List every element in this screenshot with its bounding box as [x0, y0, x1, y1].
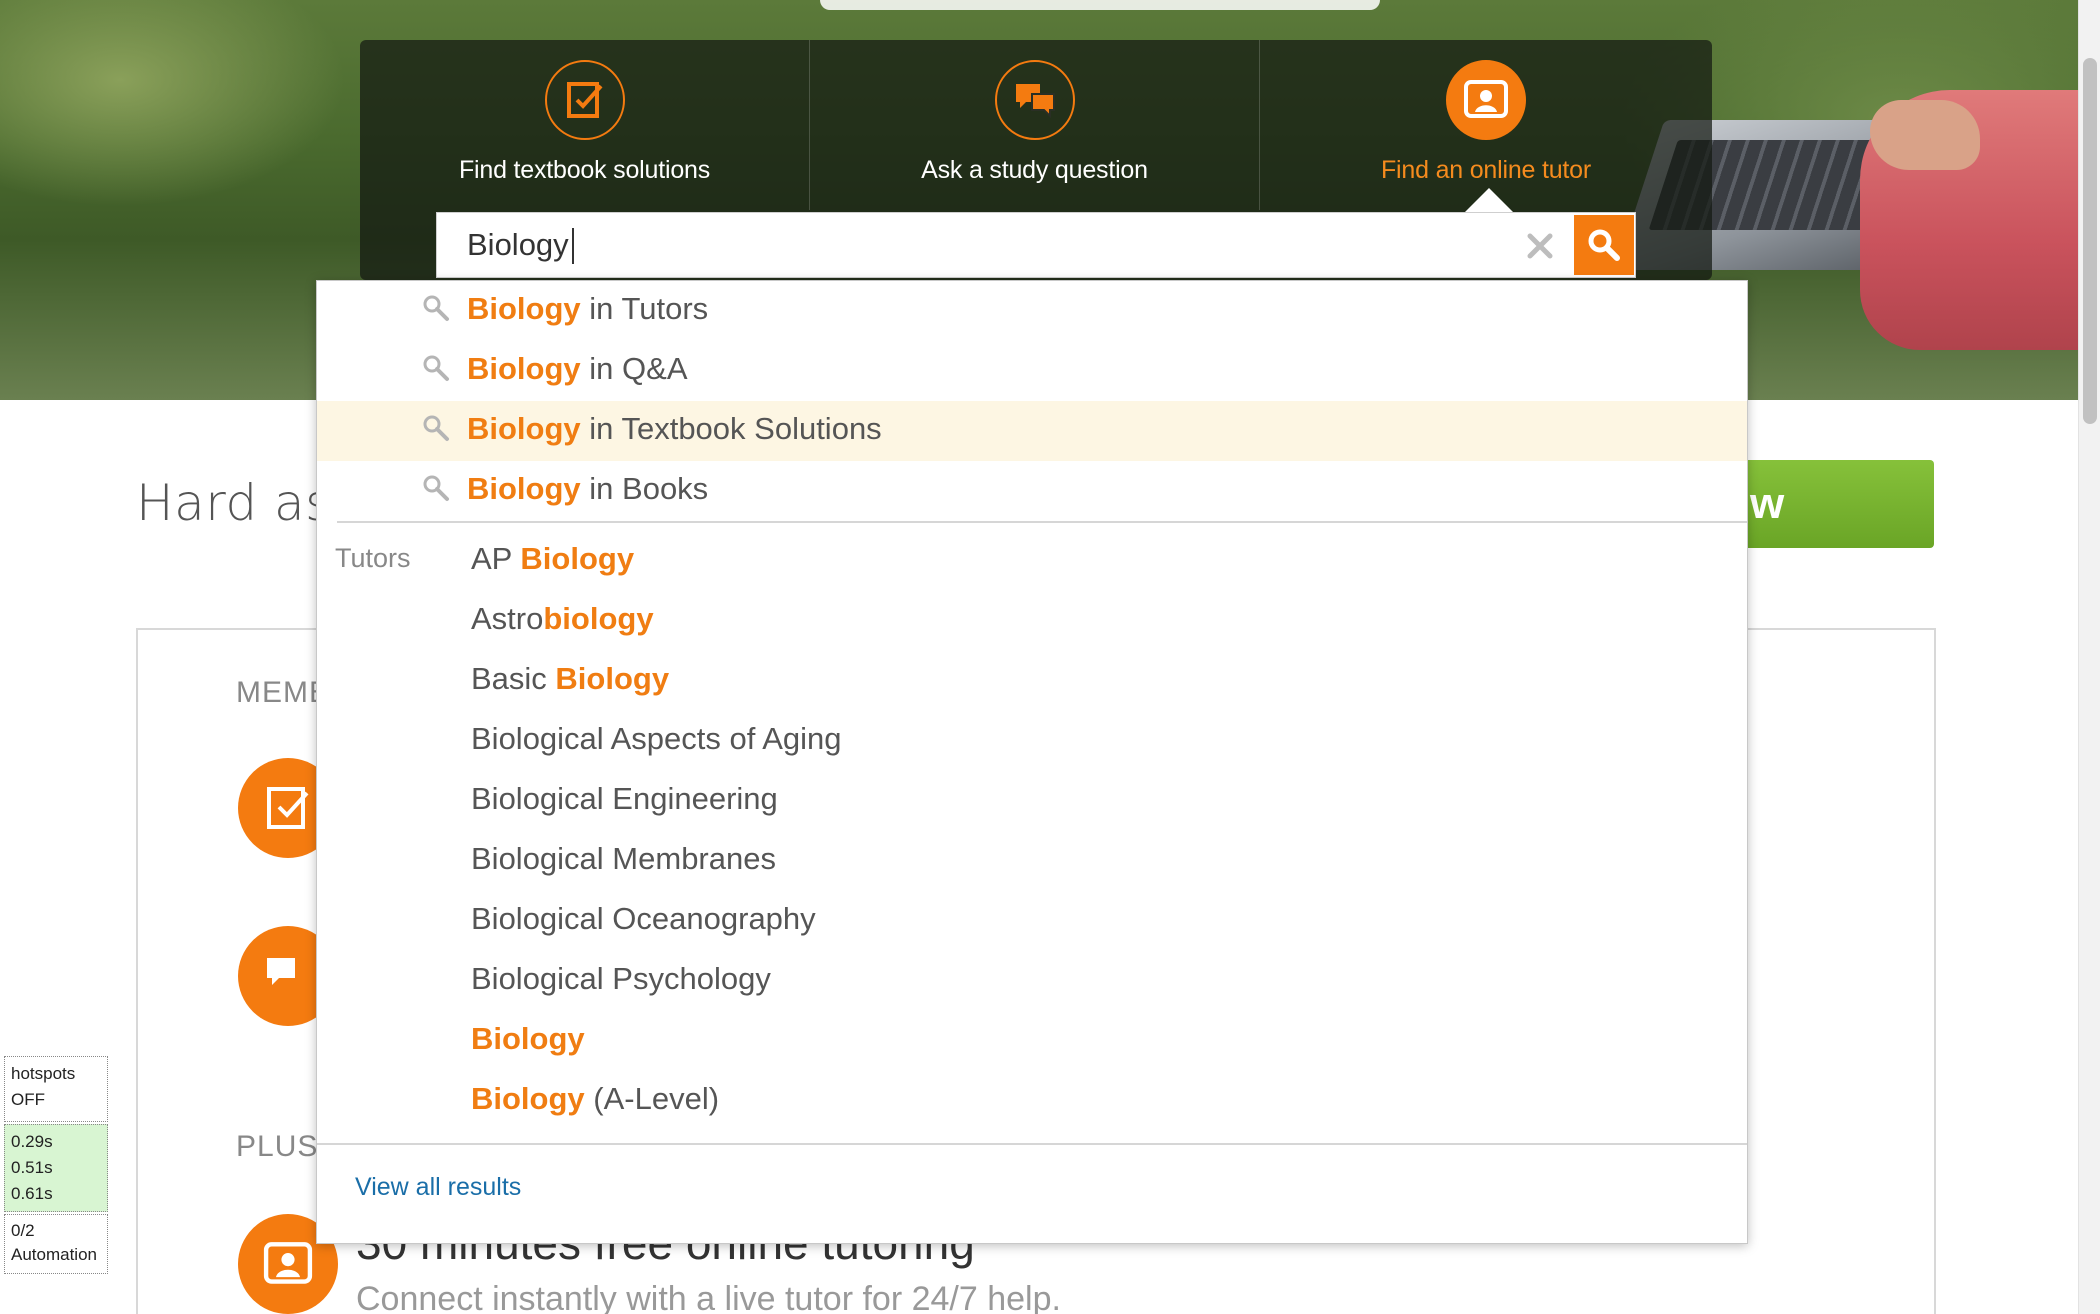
timing-value: 0.61s — [11, 1184, 53, 1203]
tutor-result-item[interactable]: Biological Psychology — [471, 961, 771, 997]
hero-title-fragment — [820, 0, 1380, 10]
tutors-group-label: Tutors — [335, 543, 411, 573]
suggestion-scope: in Textbook Solutions — [580, 411, 882, 446]
suggestion-scope: in Books — [580, 471, 709, 506]
suggestion-item-highlighted[interactable]: Biology in Textbook Solutions — [317, 401, 1747, 461]
tab-label: Find an online tutor — [1380, 156, 1592, 184]
search-icon — [423, 295, 449, 321]
search-submit-button[interactable] — [1574, 215, 1634, 275]
tutor-text: Biological Membranes — [471, 841, 776, 876]
tutor-result-item[interactable]: Biological Aspects of Aging — [471, 721, 842, 757]
tutor-result-item[interactable]: Basic Biology — [471, 661, 669, 697]
tab-textbook-solutions[interactable]: Find textbook solutions — [360, 40, 810, 210]
text-caret — [572, 228, 574, 264]
search-icon — [1588, 229, 1620, 261]
tab-label: Find textbook solutions — [458, 156, 711, 184]
tab-label: Ask a study question — [921, 156, 1148, 184]
suggestion-item[interactable]: Biology in Tutors — [317, 281, 1747, 341]
tutor-text: AP — [471, 541, 521, 576]
tutor-result-item[interactable]: Biological Oceanography — [471, 901, 816, 937]
suggestion-match: Biology — [467, 291, 581, 326]
page-scrollbar[interactable] — [2078, 0, 2100, 1314]
suggestion-text: Biology in Tutors — [467, 291, 708, 327]
timing-value: 0.29s — [11, 1132, 53, 1151]
suggestion-scope: in Q&A — [580, 351, 688, 386]
tutor-icon — [1446, 60, 1526, 140]
search-box — [436, 212, 1636, 278]
tutoring-feature-subtitle: Connect instantly with a live tutor for … — [356, 1280, 1061, 1314]
view-all-results-link[interactable]: View all results — [355, 1173, 521, 1202]
tutor-match: Biology — [471, 1081, 585, 1116]
suggestion-text: Biology in Q&A — [467, 351, 688, 387]
tutor-match: biology — [543, 601, 654, 636]
tutor-text: Biological Engineering — [471, 781, 778, 816]
suggestion-item[interactable]: Biology in Books — [317, 461, 1747, 521]
active-tab-pointer — [1465, 188, 1513, 212]
timing-panel: 0.29s 0.51s 0.61s — [4, 1124, 108, 1212]
dropdown-divider — [317, 1143, 1747, 1145]
tutor-text: Basic — [471, 661, 556, 696]
tutor-result-item[interactable]: Astrobiology — [471, 601, 654, 637]
tutor-result-item[interactable]: AP Biology — [471, 541, 634, 577]
tutor-result-item[interactable]: Biological Engineering — [471, 781, 778, 817]
suggestion-text: Biology in Books — [467, 471, 708, 507]
automation-label: Automation — [11, 1245, 97, 1264]
hero-hand-image — [1870, 100, 1980, 170]
textbook-icon — [544, 60, 625, 140]
tutor-text: Astro — [471, 601, 544, 636]
search-icon — [423, 355, 449, 381]
scrollbar-thumb[interactable] — [2083, 58, 2097, 424]
tutor-text: (A-Level) — [584, 1081, 720, 1116]
suggestion-match: Biology — [467, 411, 581, 446]
cta-button-label: w — [1750, 479, 1785, 528]
plus-label: PLUS — [236, 1130, 319, 1163]
suggestion-match: Biology — [467, 351, 581, 386]
close-icon — [1527, 233, 1553, 259]
automation-panel[interactable]: 0/2 Automation — [4, 1214, 108, 1274]
automation-count: 0/2 — [11, 1221, 35, 1240]
autocomplete-dropdown: Biology in Tutors Biology in Q&A Biology… — [316, 280, 1748, 1244]
chat-bubbles-icon — [994, 60, 1075, 140]
suggestion-text: Biology in Textbook Solutions — [467, 411, 882, 447]
tutor-result-item[interactable]: Biology — [471, 1021, 585, 1057]
suggestion-scope: in Tutors — [580, 291, 709, 326]
tab-study-question[interactable]: Ask a study question — [810, 40, 1260, 210]
hotspots-label: hotspots — [11, 1064, 76, 1083]
clear-search-button[interactable] — [1522, 228, 1558, 264]
hotspots-state: OFF — [11, 1090, 45, 1109]
search-icon — [423, 415, 449, 441]
search-icon — [423, 475, 449, 501]
tutor-result-item[interactable]: Biological Membranes — [471, 841, 776, 877]
tutor-match: Biology — [471, 1021, 585, 1056]
tutor-text: Biological Oceanography — [471, 901, 816, 936]
tutor-match: Biology — [520, 541, 635, 576]
tutor-result-item[interactable]: Biology (A-Level) — [471, 1081, 719, 1117]
hotspots-toggle[interactable]: hotspots OFF — [4, 1056, 108, 1122]
suggestion-match: Biology — [467, 471, 581, 506]
search-input[interactable] — [437, 213, 1557, 277]
dropdown-divider — [337, 521, 1747, 523]
tab-online-tutor[interactable]: Find an online tutor — [1260, 40, 1712, 210]
tutor-text: Biological Aspects of Aging — [471, 721, 842, 756]
timing-value: 0.51s — [11, 1158, 53, 1177]
tutor-text: Biological Psychology — [471, 961, 771, 996]
suggestion-item[interactable]: Biology in Q&A — [317, 341, 1747, 401]
tutor-match: Biology — [555, 661, 670, 696]
